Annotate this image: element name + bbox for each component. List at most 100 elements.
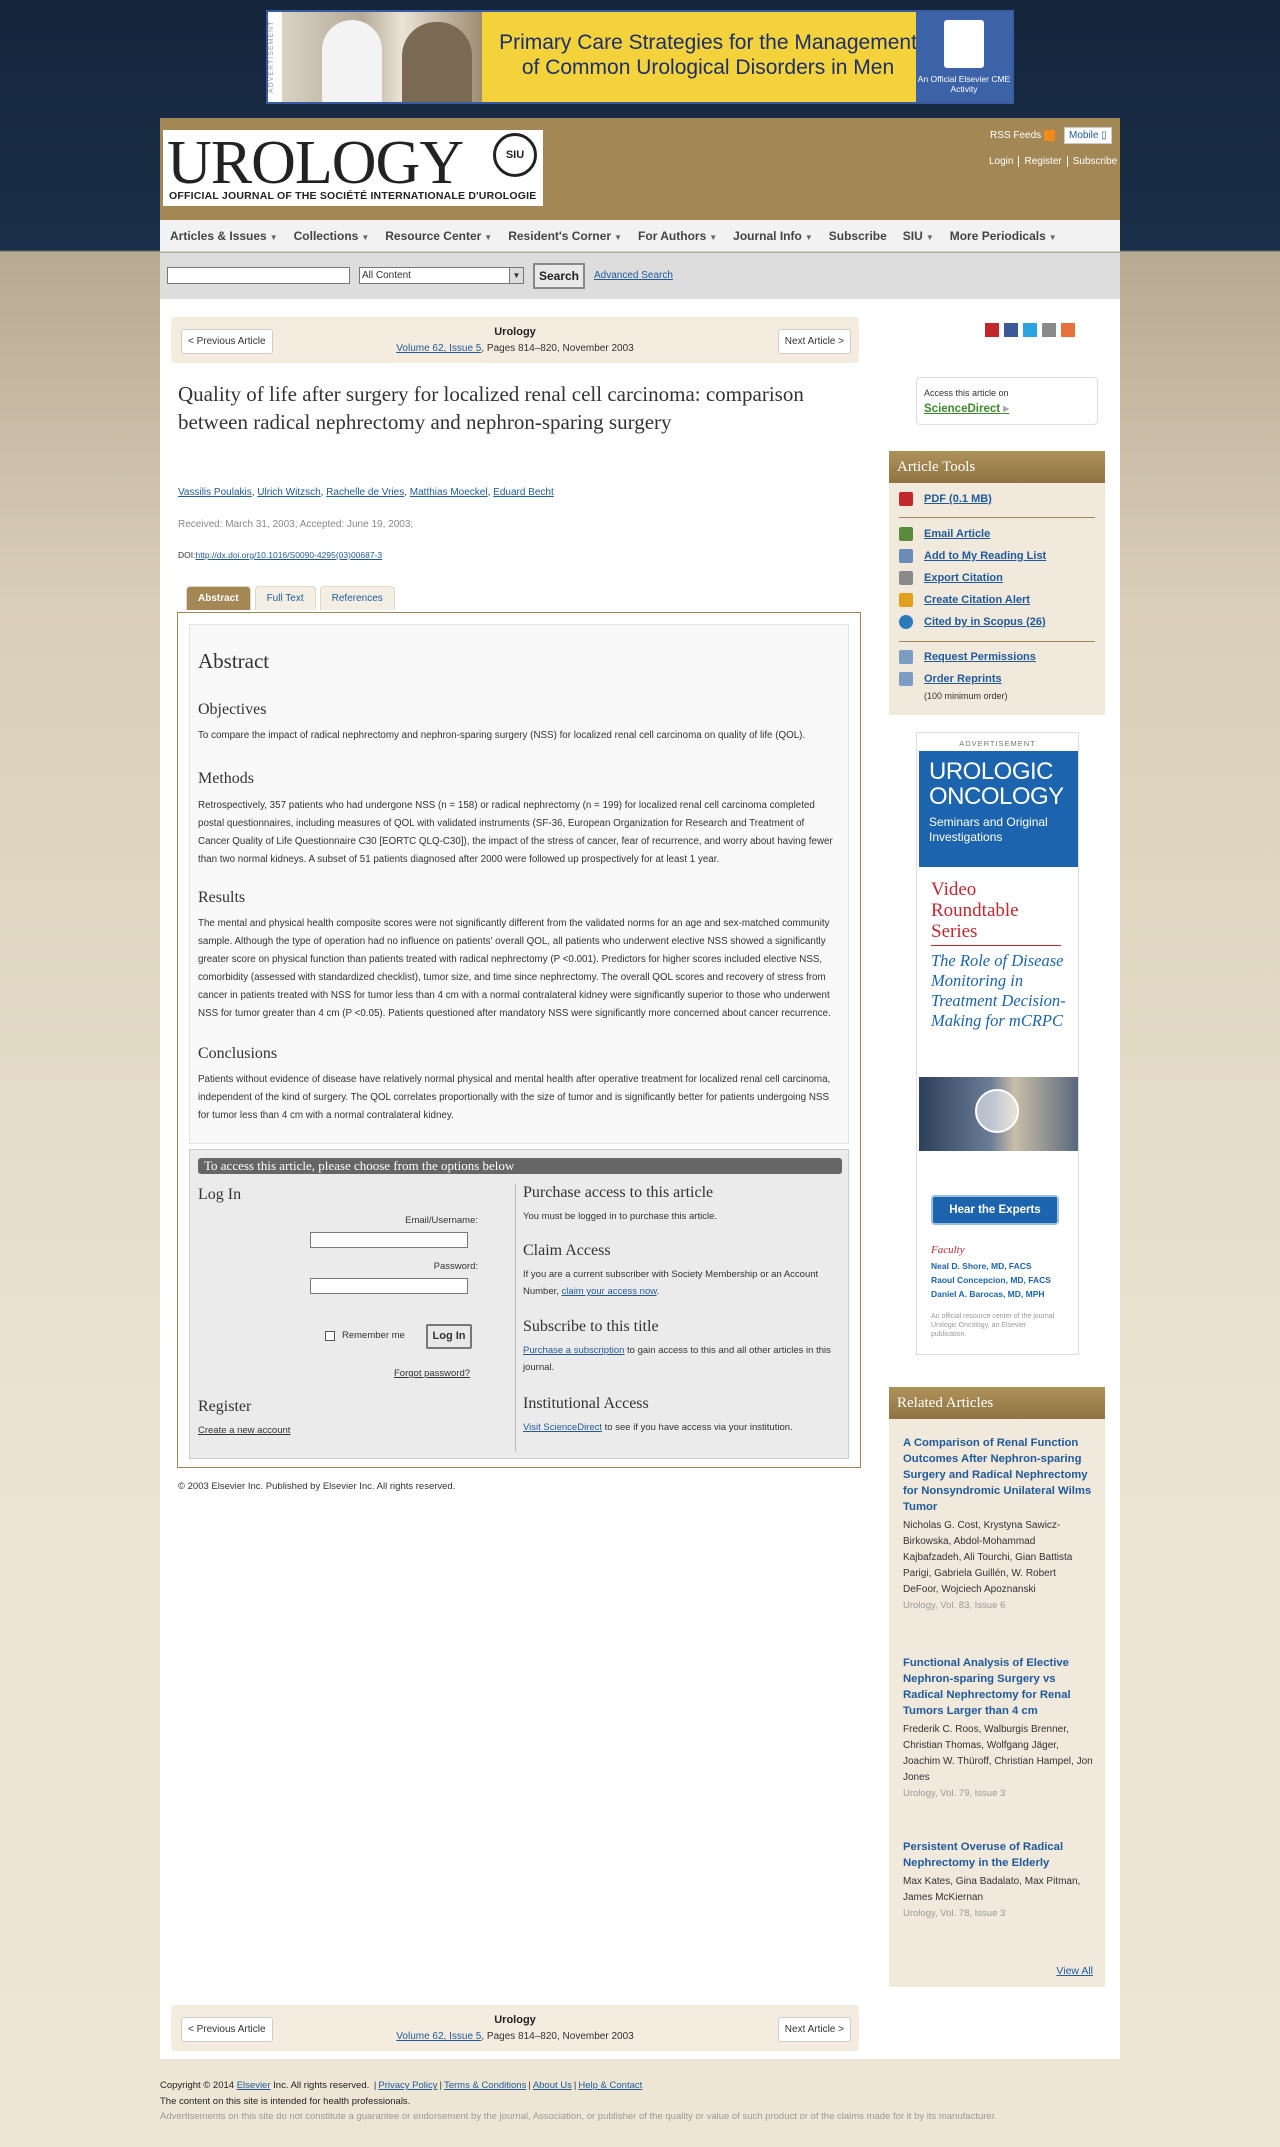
nav-item[interactable]: Resource Center ▼: [385, 229, 492, 243]
journal-name: Urology: [494, 326, 536, 338]
author-list: Vassilis Poulakis, Ulrich Witzsch, Rache…: [178, 487, 554, 498]
nav-item[interactable]: For Authors ▼: [638, 229, 717, 243]
article-title: Quality of life after surgery for locali…: [178, 382, 804, 434]
related-item: A Comparison of Renal Function Outcomes …: [903, 1435, 1093, 1613]
share-icons: [985, 323, 1075, 337]
email-field[interactable]: [310, 1232, 468, 1248]
top-advertisement[interactable]: ADVERTISEMENT Primary Care Strategies fo…: [266, 10, 1014, 104]
issue-info: Volume 62, Issue 5, Pages 814–820, Novem…: [396, 343, 634, 354]
email-label: Email/Username:: [405, 1215, 478, 1226]
export-citation-link[interactable]: Export Citation: [899, 571, 1003, 585]
citation-alert-link[interactable]: Create Citation Alert: [899, 593, 1030, 607]
doi-link[interactable]: http://dx.doi.org/10.1016/S0090-4295(03)…: [195, 550, 382, 560]
main-nav: Articles & Issues ▼ Collections ▼ Resource C…: [160, 220, 1120, 252]
author-link[interactable]: Vassilis Poulakis: [178, 487, 252, 498]
pdf-link[interactable]: PDF (0.1 MB): [899, 492, 992, 506]
mobile-link[interactable]: Mobile ▯: [1064, 127, 1112, 144]
email-article-link[interactable]: Email Article: [899, 527, 990, 541]
nav-item[interactable]: Subscribe: [829, 229, 887, 243]
ad-label: ADVERTISEMENT: [959, 739, 1036, 748]
article-dates: Received: March 31, 2003; Accepted: June…: [178, 519, 414, 530]
rss-icon: [1044, 130, 1056, 141]
author-link[interactable]: Matthias Moeckel: [410, 487, 488, 498]
abstract-heading: Abstract: [198, 649, 270, 673]
related-source: Urology, Vol. 78, Issue 3: [903, 1908, 1006, 1919]
tab-abstract[interactable]: Abstract: [186, 586, 251, 610]
hear-experts-button[interactable]: Hear the Experts: [931, 1195, 1059, 1225]
nav-item[interactable]: Articles & Issues ▼: [170, 229, 278, 243]
login-heading: Log In: [198, 1186, 242, 1203]
help-contact-link[interactable]: Help & Contact: [578, 2080, 642, 2091]
related-heading: Related Articles: [889, 1387, 1105, 1419]
logo-wordmark: UROLOGY: [167, 129, 464, 197]
rss-feeds-link[interactable]: RSS Feeds: [990, 130, 1056, 141]
issue-link[interactable]: Volume 62, Issue 5: [396, 2031, 481, 2042]
section-text: Retrospectively, 357 patients who had un…: [198, 800, 833, 865]
claim-text: If you are a current subscriber with Soc…: [523, 1269, 819, 1297]
section-heading: Objectives: [198, 701, 267, 718]
login-button[interactable]: Log In: [426, 1324, 472, 1349]
sciencedirect-link[interactable]: ScienceDirect ▸: [924, 401, 1009, 415]
add-more-icon[interactable]: [1061, 323, 1075, 337]
institutional-heading: Institutional Access: [523, 1395, 649, 1412]
password-field[interactable]: [310, 1278, 468, 1294]
journal-logo[interactable]: UROLOGY SIU OFFICIAL JOURNAL OF THE SOCI…: [163, 130, 543, 206]
article-copyright: © 2003 Elsevier Inc. Published by Elsevi…: [178, 1481, 456, 1492]
purchase-subscription-link[interactable]: Purchase a subscription: [523, 1345, 624, 1356]
next-article-button[interactable]: Next Article >: [777, 2017, 851, 2042]
elsevier-link[interactable]: Elsevier: [237, 2080, 271, 2091]
article-tabs: Abstract Full Text References: [186, 586, 395, 610]
claim-heading: Claim Access: [523, 1242, 611, 1259]
access-banner: To access this article, please choose fr…: [198, 1158, 842, 1174]
remember-me-checkbox[interactable]: [325, 1331, 335, 1341]
next-article-button[interactable]: Next Article >: [777, 329, 851, 354]
nav-item[interactable]: Journal Info ▼: [733, 229, 813, 243]
reading-list-link[interactable]: Add to My Reading List: [899, 549, 1046, 563]
purchase-heading: Purchase access to this article: [523, 1184, 714, 1201]
request-permissions-link[interactable]: Request Permissions: [899, 650, 1036, 664]
subscribe-link[interactable]: Subscribe: [1068, 156, 1122, 167]
tab-full-text[interactable]: Full Text: [254, 586, 316, 610]
facebook-icon[interactable]: [1004, 323, 1018, 337]
email-icon[interactable]: [1042, 323, 1056, 337]
search-input[interactable]: [167, 267, 350, 284]
view-all-link[interactable]: View All: [1056, 1965, 1093, 1977]
advanced-search-link[interactable]: Advanced Search: [594, 270, 673, 281]
register-link[interactable]: Register: [1019, 156, 1068, 167]
related-title-link[interactable]: A Comparison of Renal Function Outcomes …: [903, 1435, 1093, 1515]
twitter-icon[interactable]: [1023, 323, 1037, 337]
forgot-password-link[interactable]: Forgot password?: [394, 1365, 470, 1382]
order-reprints-link[interactable]: Order Reprints: [899, 672, 1002, 686]
cited-by-scopus-link[interactable]: Cited by in Scopus (26): [899, 615, 1046, 629]
related-item: Functional Analysis of Elective Nephron-…: [903, 1655, 1093, 1801]
nav-item[interactable]: More Periodicals ▼: [950, 229, 1057, 243]
journal-name: Urology: [494, 2014, 536, 2026]
login-link[interactable]: Login: [984, 156, 1020, 167]
about-us-link[interactable]: About Us: [533, 2080, 572, 2091]
search-scope-select[interactable]: All Content ▼: [359, 267, 524, 284]
mendeley-icon[interactable]: [985, 323, 999, 337]
side-advertisement[interactable]: ADVERTISEMENT UROLOGIC ONCOLOGY Seminars …: [916, 732, 1079, 1355]
privacy-policy-link[interactable]: Privacy Policy: [378, 2080, 437, 2091]
play-icon[interactable]: [975, 1089, 1019, 1133]
terms-link[interactable]: Terms & Conditions: [444, 2080, 526, 2091]
author-link[interactable]: Rachelle de Vries: [326, 487, 404, 498]
nav-item[interactable]: Resident's Corner ▼: [508, 229, 622, 243]
claim-access-link[interactable]: claim your access now: [562, 1286, 657, 1297]
issue-link[interactable]: Volume 62, Issue 5: [396, 343, 481, 354]
tab-references[interactable]: References: [319, 586, 395, 610]
create-account-link[interactable]: Create a new account: [198, 1422, 290, 1439]
ad-journal-banner: UROLOGIC ONCOLOGY Seminars and Original I…: [919, 751, 1078, 867]
related-title-link[interactable]: Functional Analysis of Elective Nephron-…: [903, 1655, 1093, 1719]
author-link[interactable]: Eduard Becht: [493, 487, 554, 498]
nav-item[interactable]: SIU ▼: [903, 229, 934, 243]
search-button[interactable]: Search: [533, 263, 585, 289]
pdf-icon: [899, 492, 913, 506]
sciencedirect-box[interactable]: Access this article on ScienceDirect ▸: [916, 377, 1098, 425]
author-link[interactable]: Ulrich Witzsch: [257, 487, 320, 498]
related-title-link[interactable]: Persistent Overuse of Radical Nephrectom…: [903, 1839, 1093, 1871]
nav-item[interactable]: Collections ▼: [294, 229, 370, 243]
visit-sciencedirect-link[interactable]: Visit ScienceDirect: [523, 1422, 602, 1433]
ad-series-title: Video Roundtable Series: [931, 879, 1061, 946]
reprint-note: (100 minimum order): [924, 691, 1008, 701]
